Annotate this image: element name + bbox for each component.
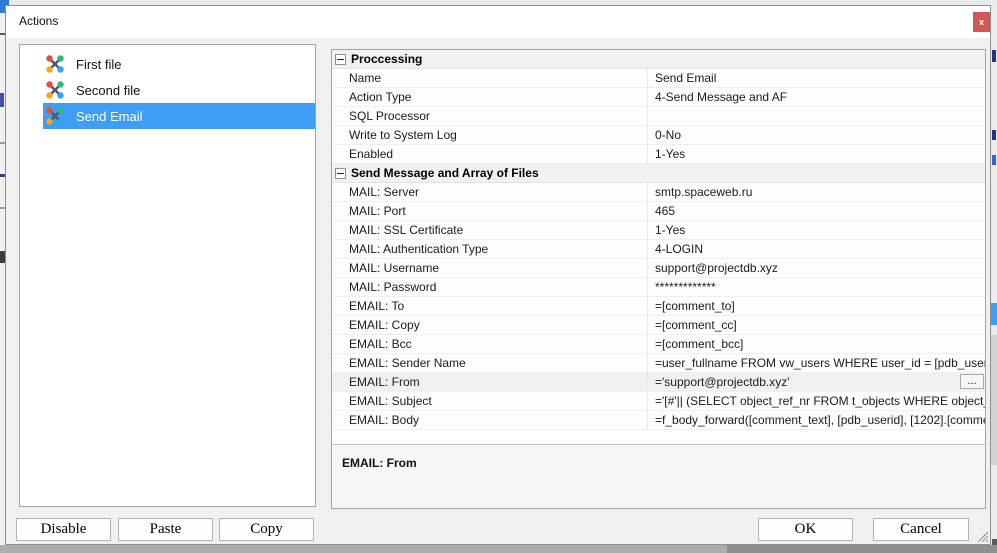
property-section-title: Send Message and Array of Files <box>351 166 539 180</box>
property-value[interactable]: 0-No <box>647 126 985 144</box>
disable-button[interactable]: Disable <box>16 518 111 541</box>
property-value[interactable]: =f_body_forward([comment_text], [pdb_use… <box>647 411 985 429</box>
property-grid-rows: Proccessing NameSend EmailAction Type4-Se… <box>332 50 985 430</box>
action-list-item-label: Second file <box>76 83 140 98</box>
action-node-icon <box>43 78 67 102</box>
property-grid: Proccessing NameSend EmailAction Type4-Se… <box>331 49 986 509</box>
property-value[interactable]: =user_fullname FROM vw_users WHERE user_… <box>647 354 985 372</box>
actions-dialog: Actions x First file Second file Send Em… <box>5 5 991 545</box>
action-list-item-label: First file <box>76 57 122 72</box>
collapse-icon[interactable] <box>335 54 346 65</box>
action-node-icon <box>43 52 67 76</box>
property-value[interactable]: ='[#'|| (SELECT object_ref_nr FROM t_obj… <box>647 392 985 410</box>
property-name: Name <box>332 69 647 87</box>
property-row[interactable]: SQL Processor <box>332 107 985 126</box>
property-name: EMAIL: Bcc <box>332 335 647 353</box>
property-name: MAIL: Password <box>332 278 647 296</box>
property-row[interactable]: MAIL: SSL Certificate1-Yes <box>332 221 985 240</box>
property-name: EMAIL: Copy <box>332 316 647 334</box>
property-value[interactable]: 4-LOGIN <box>647 240 985 258</box>
property-value[interactable]: 4-Send Message and AF <box>647 88 985 106</box>
property-row[interactable]: EMAIL: To=[comment_to] <box>332 297 985 316</box>
dialog-titlebar[interactable]: Actions x <box>6 6 990 38</box>
property-name: Write to System Log <box>332 126 647 144</box>
property-value[interactable]: =[comment_to] <box>647 297 985 315</box>
property-name: EMAIL: Body <box>332 411 647 429</box>
property-description-title: EMAIL: From <box>342 456 417 470</box>
paste-button[interactable]: Paste <box>118 518 213 541</box>
action-list-item-label: Send Email <box>76 109 142 124</box>
property-value[interactable]: 1-Yes <box>647 221 985 239</box>
property-row[interactable]: Write to System Log0-No <box>332 126 985 145</box>
property-name: EMAIL: From <box>332 373 647 391</box>
property-row[interactable]: EMAIL: Subject='[#'|| (SELECT object_ref… <box>332 392 985 411</box>
property-row[interactable]: MAIL: Port465 <box>332 202 985 221</box>
property-name: EMAIL: To <box>332 297 647 315</box>
property-description: EMAIL: From <box>332 444 985 508</box>
property-row[interactable]: MAIL: Serversmtp.spaceweb.ru <box>332 183 985 202</box>
action-node-icon <box>43 104 67 128</box>
property-row[interactable]: EMAIL: Bcc=[comment_bcc] <box>332 335 985 354</box>
property-row[interactable]: EMAIL: Sender Name=user_fullname FROM vw… <box>332 354 985 373</box>
background-app-fragment <box>727 545 997 553</box>
property-value[interactable]: ************* <box>647 278 985 296</box>
property-value[interactable]: smtp.spaceweb.ru <box>647 183 985 201</box>
property-row[interactable]: Action Type4-Send Message and AF <box>332 88 985 107</box>
property-row[interactable]: EMAIL: From='support@projectdb.xyz'... <box>332 373 985 392</box>
property-row[interactable]: EMAIL: Body=f_body_forward([comment_text… <box>332 411 985 430</box>
property-name: MAIL: Port <box>332 202 647 220</box>
property-value[interactable]: Send Email <box>647 69 985 87</box>
dialog-title: Actions <box>19 14 58 28</box>
background-app-fragment <box>992 50 996 62</box>
background-app-fragment <box>0 545 727 553</box>
property-value[interactable]: support@projectdb.xyz <box>647 259 985 277</box>
property-section-header[interactable]: Send Message and Array of Files <box>332 164 985 183</box>
property-row[interactable]: NameSend Email <box>332 69 985 88</box>
action-list-item[interactable]: Send Email <box>43 103 315 129</box>
screen: Actions x First file Second file Send Em… <box>0 0 997 553</box>
ok-button[interactable]: OK <box>758 518 853 541</box>
property-row[interactable]: Enabled1-Yes <box>332 145 985 164</box>
property-name: EMAIL: Sender Name <box>332 354 647 372</box>
collapse-icon[interactable] <box>335 168 346 179</box>
property-value[interactable] <box>647 107 985 125</box>
property-name: Enabled <box>332 145 647 163</box>
close-button[interactable]: x <box>973 12 990 32</box>
action-list: First file Second file Send Email <box>19 44 316 507</box>
property-row[interactable]: EMAIL: Copy=[comment_cc] <box>332 316 985 335</box>
property-value[interactable]: 1-Yes <box>647 145 985 163</box>
property-row[interactable]: MAIL: Authentication Type4-LOGIN <box>332 240 985 259</box>
property-name: EMAIL: Subject <box>332 392 647 410</box>
property-section-header[interactable]: Proccessing <box>332 50 985 69</box>
ellipsis-button[interactable]: ... <box>960 374 984 389</box>
background-app-fragment <box>991 303 997 325</box>
property-name: Action Type <box>332 88 647 106</box>
background-app-fragment <box>992 155 996 165</box>
cancel-button[interactable]: Cancel <box>873 518 969 541</box>
property-name: SQL Processor <box>332 107 647 125</box>
action-list-item[interactable]: First file <box>43 51 315 77</box>
property-name: MAIL: SSL Certificate <box>332 221 647 239</box>
background-app-fragment <box>0 93 4 107</box>
property-name: MAIL: Server <box>332 183 647 201</box>
property-row[interactable]: MAIL: Usernamesupport@projectdb.xyz <box>332 259 985 278</box>
background-app-fragment <box>991 335 997 465</box>
close-icon: x <box>979 17 984 27</box>
action-list-item[interactable]: Second file <box>43 77 315 103</box>
property-section-title: Proccessing <box>351 52 422 66</box>
property-name: MAIL: Authentication Type <box>332 240 647 258</box>
resize-grip[interactable] <box>974 528 988 542</box>
property-value[interactable]: =[comment_cc] <box>647 316 985 334</box>
property-name: MAIL: Username <box>332 259 647 277</box>
property-row[interactable]: MAIL: Password************* <box>332 278 985 297</box>
background-app-fragment <box>991 5 997 545</box>
property-value[interactable]: 465 <box>647 202 985 220</box>
property-grid-filler <box>332 430 985 444</box>
property-value[interactable]: ='support@projectdb.xyz'... <box>647 373 985 391</box>
background-app-fragment <box>992 130 996 140</box>
copy-button[interactable]: Copy <box>219 518 314 541</box>
property-value[interactable]: =[comment_bcc] <box>647 335 985 353</box>
